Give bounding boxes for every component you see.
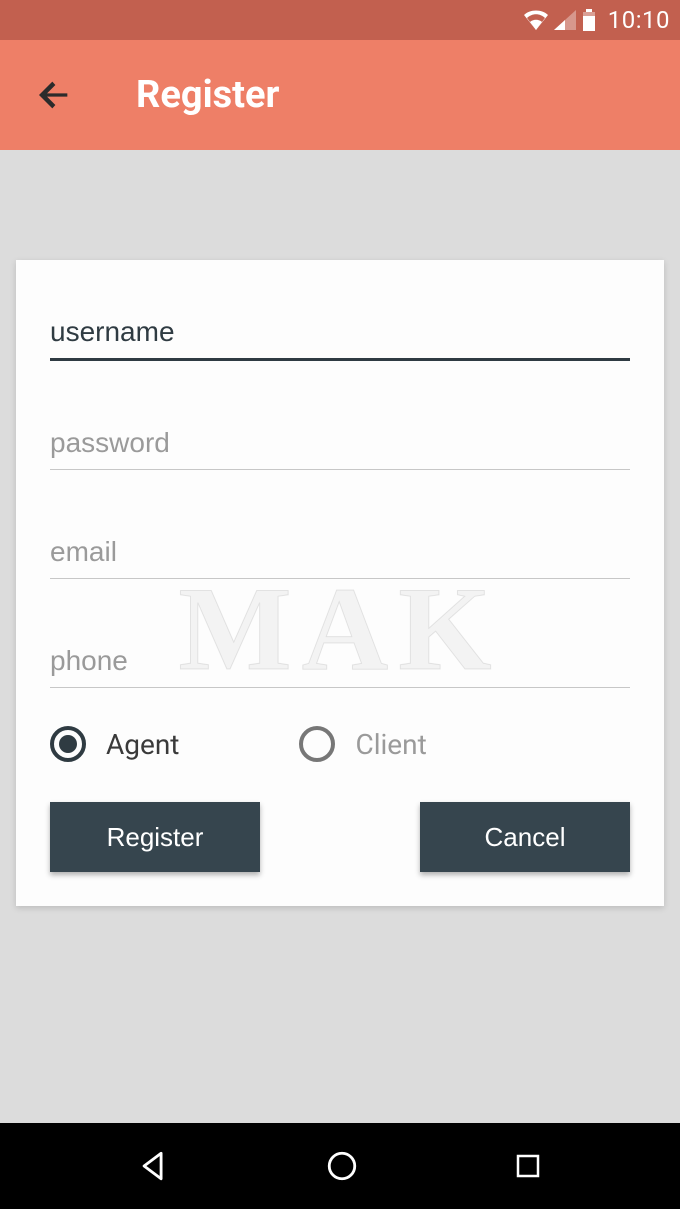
radio-selected-icon <box>50 726 86 762</box>
register-button[interactable]: Register <box>50 802 260 872</box>
role-label: Client <box>355 728 426 761</box>
system-nav-bar <box>0 1123 680 1209</box>
status-bar: 10:10 <box>0 0 680 40</box>
role-radio-agent[interactable]: Agent <box>50 726 179 762</box>
role-label: Agent <box>106 728 179 761</box>
password-input[interactable] <box>50 409 630 470</box>
nav-recents-icon[interactable] <box>513 1151 543 1181</box>
wifi-icon <box>524 10 548 30</box>
app-bar: Register <box>0 40 680 150</box>
battery-icon <box>582 9 596 31</box>
role-radio-client[interactable]: Client <box>299 726 426 762</box>
back-icon[interactable] <box>34 75 74 115</box>
cancel-button[interactable]: Cancel <box>420 802 630 872</box>
nav-home-icon[interactable] <box>325 1149 359 1183</box>
username-input[interactable] <box>50 298 630 361</box>
status-time: 10:10 <box>608 6 670 34</box>
nav-back-icon[interactable] <box>137 1149 171 1183</box>
page-title: Register <box>136 73 279 117</box>
radio-unselected-icon <box>299 726 335 762</box>
cellular-icon <box>554 10 576 30</box>
phone-input[interactable] <box>50 627 630 688</box>
email-input[interactable] <box>50 518 630 579</box>
register-card: MAK Agent Client Register Cancel <box>16 260 664 906</box>
role-radio-group: Agent Client <box>50 726 630 762</box>
